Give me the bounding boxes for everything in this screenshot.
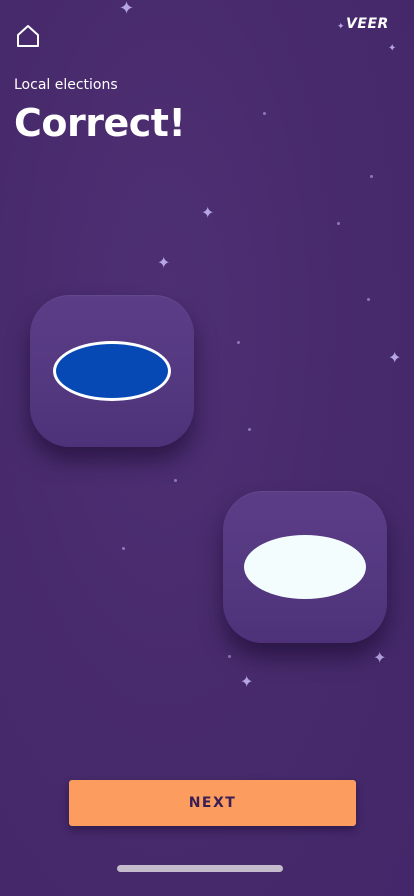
- logo-sparkle-icon: ✦: [337, 22, 346, 32]
- star-dot: [248, 428, 251, 431]
- next-button[interactable]: NEXT: [69, 780, 356, 826]
- sparkle-icon: ✦: [157, 253, 171, 272]
- star-dot: [263, 112, 266, 115]
- sparkle-icon: ✦: [388, 348, 402, 367]
- question-category: Local elections: [14, 77, 118, 93]
- home-icon: [17, 25, 39, 47]
- sparkle-icon: ✦: [388, 43, 397, 54]
- star-dot: [337, 222, 340, 225]
- star-dot: [174, 479, 177, 482]
- sparkle-icon: ✦: [373, 648, 387, 667]
- blue-oval-token: [53, 341, 171, 401]
- quiz-screen: ✦ ✦ ✦ ✦ ✦ ✦ ✦ ✦ VEER Local elections Cor…: [0, 0, 414, 896]
- star-dot: [228, 655, 231, 658]
- sparkle-icon: ✦: [240, 672, 254, 691]
- token-card-blue[interactable]: [30, 295, 194, 447]
- star-dot: [367, 298, 370, 301]
- star-dot: [370, 175, 373, 178]
- brand-logo: ✦ VEER: [337, 12, 389, 36]
- star-dot: [122, 547, 125, 550]
- result-title: Correct!: [14, 101, 186, 145]
- home-button[interactable]: [14, 22, 42, 50]
- sparkle-icon: ✦: [201, 203, 215, 222]
- white-oval-token: [244, 535, 366, 599]
- logo-text: VEER: [346, 16, 389, 32]
- sparkle-icon: ✦: [119, 0, 135, 19]
- home-indicator[interactable]: [117, 865, 283, 872]
- star-dot: [237, 341, 240, 344]
- token-card-white[interactable]: [223, 491, 387, 643]
